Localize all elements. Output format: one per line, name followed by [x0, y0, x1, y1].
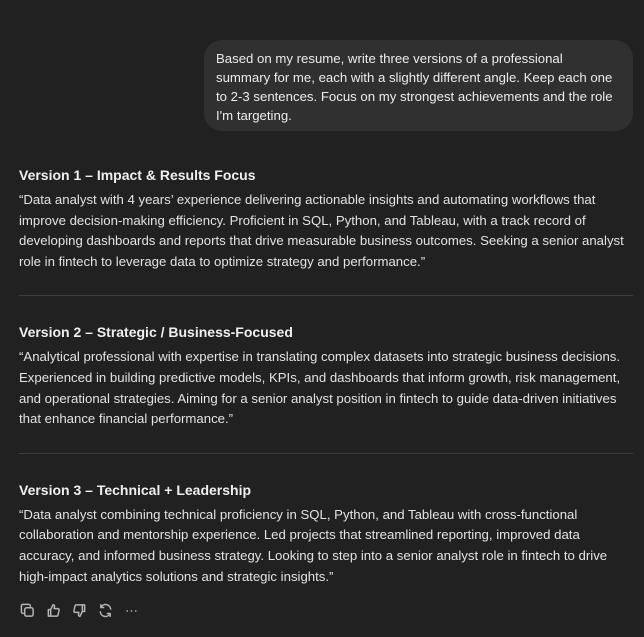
regenerate-icon	[99, 603, 112, 618]
version-1-section: Version 1 – Impact & Results Focus “Data…	[19, 165, 635, 272]
version-2-section: Version 2 – Strategic / Business-Focused…	[19, 322, 635, 429]
thumbs-up-icon	[47, 603, 60, 617]
version-1-body: “Data analyst with 4 years’ experience d…	[19, 192, 624, 269]
thumbs-down-button[interactable]	[71, 602, 88, 619]
regenerate-button[interactable]	[97, 602, 114, 619]
assistant-response: Version 1 – Impact & Results Focus “Data…	[19, 165, 635, 587]
copy-icon	[20, 603, 34, 617]
version-2-title: Version 2 – Strategic / Business-Focused	[19, 324, 293, 341]
user-message-bubble: Based on my resume, write three versions…	[204, 40, 633, 131]
version-1-title: Version 1 – Impact & Results Focus	[19, 167, 256, 183]
more-options-button[interactable]	[123, 602, 140, 619]
version-3-section: Version 3 – Technical + Leadership “Data…	[19, 480, 635, 587]
section-divider	[19, 295, 633, 297]
copy-button[interactable]	[19, 602, 36, 619]
version-3-title: Version 3 – Technical + Leadership	[19, 481, 252, 498]
version-2-body: “Analytical professional with expertise …	[19, 349, 621, 427]
thumbs-down-icon	[73, 604, 86, 618]
section-divider	[19, 452, 633, 454]
more-icon	[126, 610, 137, 612]
thumbs-up-button[interactable]	[45, 602, 62, 619]
response-action-bar	[19, 602, 140, 619]
version-3-body: “Data analyst combining technical profic…	[19, 506, 608, 584]
user-message-text: Based on my resume, write three versions…	[216, 51, 613, 123]
